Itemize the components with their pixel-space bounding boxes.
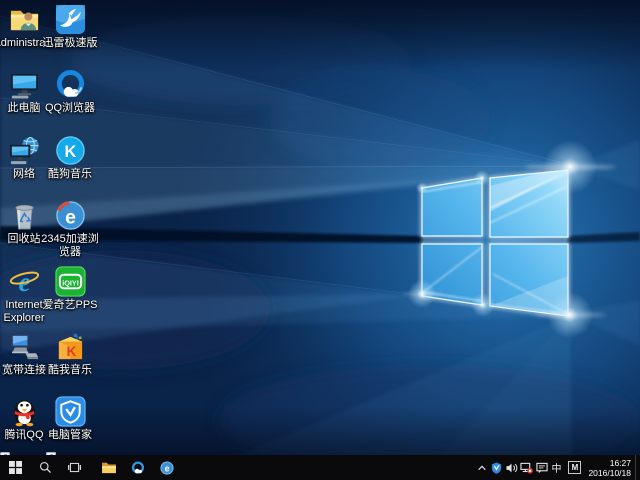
internet-explorer-icon: e: [9, 266, 40, 297]
desktop-icon-label: QQ浏览器: [39, 102, 101, 115]
search-icon: [39, 461, 52, 474]
recycle-bin-icon: [9, 200, 40, 231]
desktop-icon-label: 酷我音乐: [39, 364, 101, 377]
administrator-folder-icon: [9, 4, 40, 35]
shield-icon: [491, 462, 502, 474]
iqiyi-pps-icon: iQIYI: [55, 266, 86, 297]
desktop-icon-thunder-speed[interactable]: 迅雷极速版: [47, 3, 93, 68]
file-explorer-icon: [102, 461, 116, 474]
desktop-icon-iqiyi-pps[interactable]: iQIYI 爱奇艺PPS: [47, 265, 93, 330]
broadband-connection-icon: [9, 331, 40, 362]
2345-browser-taskbar-button[interactable]: e: [152, 455, 181, 480]
pc-manager-tray-button[interactable]: [489, 455, 504, 480]
taskbar-clock[interactable]: 16:27 2016/10/18: [584, 458, 635, 478]
this-pc-icon: [9, 69, 40, 100]
clock-time: 16:27: [588, 458, 631, 468]
task-view-icon: [68, 461, 81, 474]
2345-browser-icon: e: [160, 461, 174, 475]
desktop-icon-kuwo-music[interactable]: K 酷我音乐: [47, 330, 93, 395]
desktop-icon-qq-browser[interactable]: QQ浏览器: [47, 68, 93, 133]
task-view-button[interactable]: [60, 455, 89, 480]
desktop-icon-label: 爱奇艺PPS: [39, 299, 101, 312]
desktop-icon-tencent-qq[interactable]: 腾讯QQ: [1, 395, 47, 460]
svg-text:K: K: [64, 143, 76, 161]
kuwo-music-icon: K: [55, 331, 86, 362]
network-status-button[interactable]: [519, 455, 534, 480]
start-button[interactable]: [0, 455, 31, 480]
desktop-icon-label: 酷狗音乐: [39, 168, 101, 181]
qq-browser-icon: [131, 461, 145, 475]
pc-manager-icon: [55, 396, 86, 427]
taskbar: e: [0, 455, 640, 480]
hidden-icons-button[interactable]: [474, 455, 489, 480]
tencent-qq-icon: [9, 396, 40, 427]
desktop-icon-label: 电脑管家: [39, 429, 101, 442]
desktop-icon-column-2: 迅雷极速版 QQ浏览器 K: [47, 3, 93, 461]
qq-browser-icon: [55, 69, 86, 100]
ime-language-badge[interactable]: M: [568, 461, 581, 474]
desktop-icon-network[interactable]: 网络: [1, 134, 47, 199]
desktop-icon-label: 迅雷极速版: [39, 37, 101, 50]
network-icon: [9, 135, 40, 166]
clock-date: 2016/10/18: [588, 468, 631, 478]
desktop-icon-kugou-music[interactable]: K 酷狗音乐: [47, 134, 93, 199]
speaker-icon: [506, 462, 518, 474]
svg-text:e: e: [164, 463, 169, 473]
network-disconnected-icon: [520, 462, 533, 474]
desktop-icon-label: 2345加速浏览器: [39, 233, 101, 259]
desktop-icon-column-1: Administra... 此电脑: [1, 3, 47, 461]
desktop-icon-internet-explorer[interactable]: e Internet Explorer: [1, 265, 47, 330]
qq-browser-taskbar-button[interactable]: [123, 455, 152, 480]
desktop-icon-pc-manager[interactable]: 电脑管家: [47, 395, 93, 460]
thunder-speed-icon: [55, 4, 86, 35]
show-desktop-button[interactable]: [635, 455, 640, 480]
ime-mode-indicator[interactable]: 中: [549, 455, 563, 480]
action-center-button[interactable]: [534, 455, 549, 480]
desktop-icon-broadband-connection[interactable]: 宽带连接: [1, 330, 47, 395]
svg-text:K: K: [66, 344, 76, 359]
search-button[interactable]: [31, 455, 60, 480]
svg-text:iQIYI: iQIYI: [62, 278, 79, 287]
file-explorer-button[interactable]: [94, 455, 123, 480]
2345-browser-icon: e: [55, 200, 86, 231]
volume-button[interactable]: [504, 455, 519, 480]
desktop: Administra... 此电脑: [0, 0, 640, 480]
svg-text:e: e: [65, 206, 76, 228]
windows-logo-icon: [9, 461, 22, 474]
kugou-music-icon: K: [55, 135, 86, 166]
desktop-icon-2345-browser[interactable]: e 2345加速浏览器: [47, 199, 93, 264]
system-tray: 中 M 16:27 2016/10/18: [474, 455, 640, 480]
desktop-icon-administrator[interactable]: Administra...: [1, 3, 47, 68]
desktop-icon-this-pc[interactable]: 此电脑: [1, 68, 47, 133]
action-center-icon: [536, 462, 548, 474]
chevron-up-icon: [477, 463, 487, 473]
